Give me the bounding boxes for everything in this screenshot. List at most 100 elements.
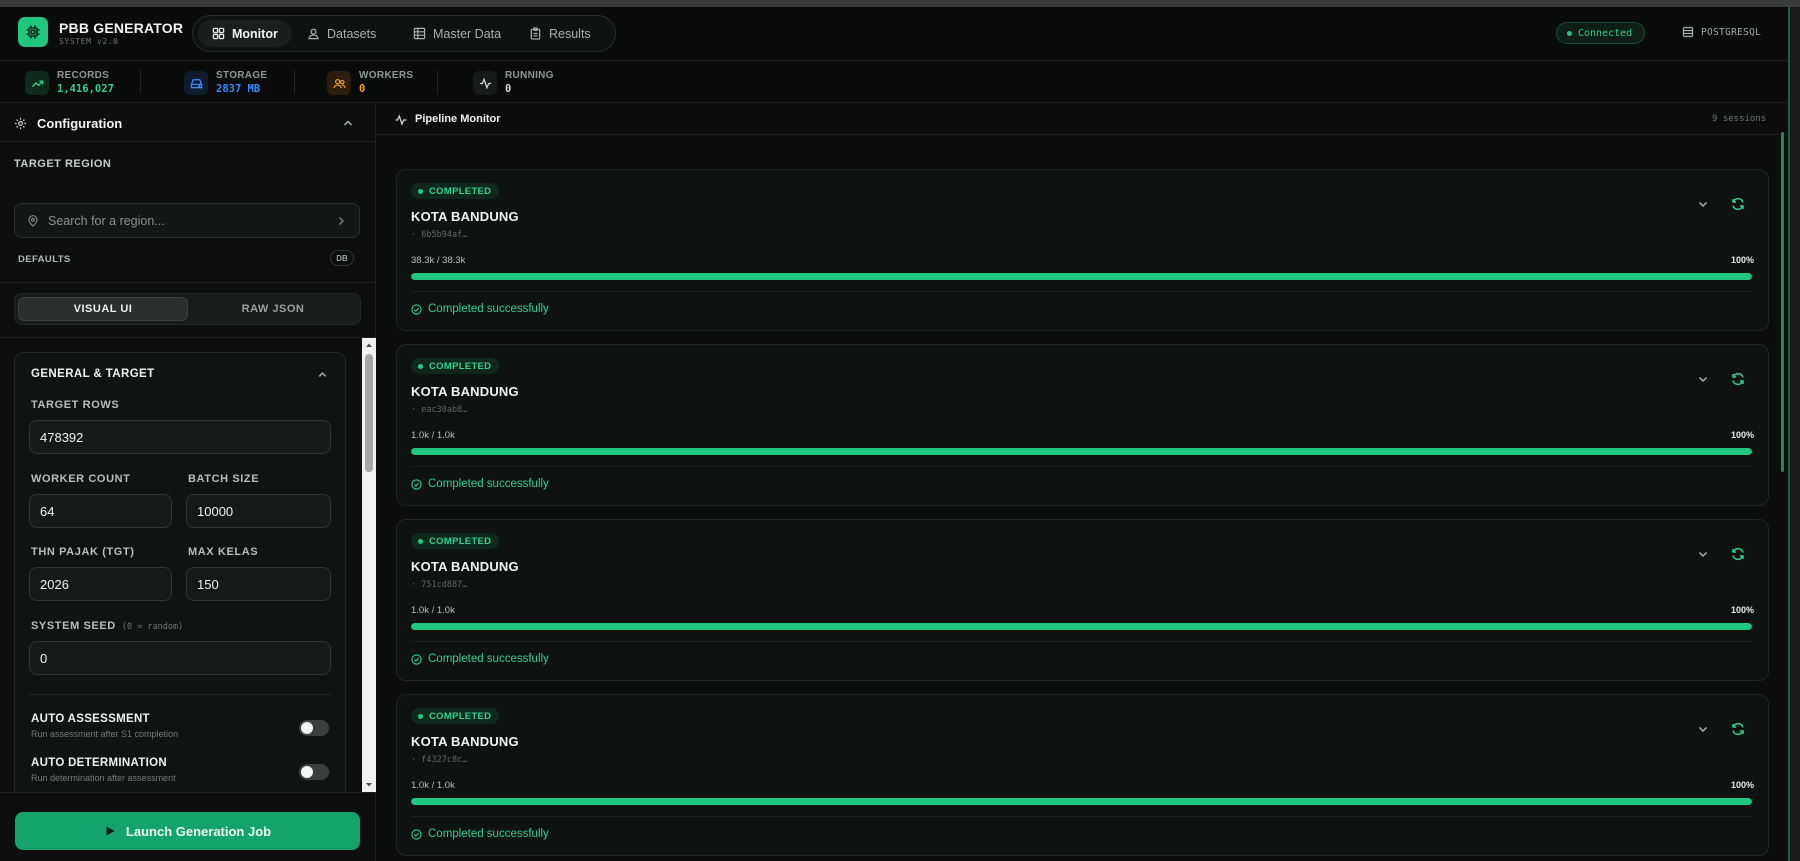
play-icon [106, 826, 115, 836]
gear-icon [14, 117, 27, 130]
window-top-strip [0, 0, 1800, 7]
chevron-down-icon[interactable] [1697, 548, 1709, 560]
job-card: COMPLETED KOTA BANDUNG · eac30ab8… 1.0k … [396, 344, 1769, 506]
general-target-panel: GENERAL & TARGET TARGET ROWS 478392 WORK… [14, 352, 346, 792]
worker-count-input[interactable]: 64 [29, 494, 172, 528]
raw-json-tab[interactable]: RAW JSON [188, 297, 358, 321]
monitor-scrollbar[interactable] [1781, 132, 1784, 472]
app-subtitle: SYSTEM v2.0 [59, 37, 119, 46]
job-card: COMPLETED KOTA BANDUNG · 751cd887… 1.0k … [396, 519, 1769, 681]
check-circle-icon [411, 653, 422, 665]
target-region-label: TARGET REGION [14, 158, 112, 170]
chevron-down-icon[interactable] [1697, 373, 1709, 385]
stat-value: 0 [505, 83, 512, 95]
stat-divider [437, 70, 438, 94]
batch-size-input[interactable]: 10000 [186, 494, 331, 528]
job-progress-percent: 100% [1730, 430, 1754, 440]
job-region-name: KOTA BANDUNG [411, 209, 519, 224]
toggle-knob [301, 722, 313, 734]
activity-icon [395, 114, 407, 126]
target-rows-input[interactable]: 478392 [29, 420, 331, 454]
chevron-up-icon[interactable] [342, 117, 354, 129]
job-result-message: Completed successfully [428, 653, 549, 665]
nav-tab-monitor[interactable]: Monitor [198, 20, 292, 47]
chevron-down-icon[interactable] [1697, 723, 1709, 735]
scroll-up-arrow-icon[interactable] [365, 341, 373, 349]
refresh-icon[interactable] [1731, 722, 1745, 736]
check-circle-icon [411, 303, 422, 315]
database-icon [1682, 26, 1694, 38]
config-title: Configuration [37, 116, 123, 131]
config-header[interactable]: Configuration [0, 104, 376, 142]
launch-label: Launch Generation Job [125, 823, 272, 839]
nav-tab-master-data[interactable]: Master Data [399, 20, 515, 47]
refresh-icon[interactable] [1731, 547, 1745, 561]
job-progress-count: 1.0k / 1.0k [411, 780, 455, 791]
config-scrollbar[interactable] [362, 338, 376, 792]
scrollbar-thumb[interactable] [365, 354, 373, 472]
chevron-up-icon[interactable] [317, 369, 328, 380]
auto-assessment-desc: Run assessment after S1 completion [31, 729, 179, 739]
job-card: COMPLETED KOTA BANDUNG · 6b5b94af… 38.3k… [396, 169, 1769, 331]
grid-icon [212, 27, 225, 40]
region-search-placeholder: Search for a region... [48, 214, 165, 228]
defaults-label: DEFAULTS [18, 254, 71, 265]
job-result: Completed successfully [411, 303, 549, 315]
job-id: · f4327c8c… [411, 755, 468, 765]
stat-value: 0 [359, 83, 366, 95]
main-nav: Monitor Datasets Master Data Results [192, 15, 616, 52]
auto-assessment-toggle[interactable] [299, 720, 329, 736]
status-badge: COMPLETED [411, 533, 500, 549]
job-id: · 6b5b94af… [411, 230, 468, 240]
nav-tab-results[interactable]: Results [515, 20, 605, 47]
status-badge: COMPLETED [411, 183, 500, 199]
stat-value: 2837 MB [216, 83, 261, 95]
connection-status-label: Connected [1578, 27, 1633, 39]
db-defaults-button[interactable]: DB [330, 250, 354, 266]
auto-determination-label: AUTO DETERMINATION [31, 757, 167, 769]
region-search-input[interactable]: Search for a region... [14, 203, 360, 238]
database-label: POSTGRESQL [1701, 26, 1762, 38]
window-frame: PBB GENERATOR SYSTEM v2.0 Monitor Datase… [0, 0, 1800, 861]
job-progress-percent: 100% [1730, 255, 1754, 265]
refresh-icon[interactable] [1731, 197, 1745, 211]
pipeline-monitor: Pipeline Monitor 9 sessions COMPLETED KO… [377, 104, 1788, 861]
refresh-icon[interactable] [1731, 372, 1745, 386]
job-progress-count: 38.3k / 38.3k [411, 255, 466, 266]
connection-status-badge: Connected [1556, 22, 1646, 44]
stat-divider [294, 70, 295, 94]
auto-determination-toggle[interactable] [299, 764, 329, 780]
window-right-edge [1788, 7, 1800, 861]
job-progress-count: 1.0k / 1.0k [411, 605, 455, 616]
scroll-down-arrow-icon[interactable] [365, 781, 373, 789]
app-title: PBB GENERATOR [59, 20, 184, 36]
launch-generation-button[interactable]: Launch Generation Job [15, 812, 360, 850]
status-dot [418, 188, 423, 194]
job-id: · eac30ab8… [411, 405, 468, 415]
job-result: Completed successfully [411, 653, 549, 665]
config-sidebar: Configuration TARGET REGION Search for a… [0, 104, 376, 861]
job-progress-percent: 100% [1730, 605, 1754, 615]
card-divider [411, 291, 1752, 292]
visual-ui-tab[interactable]: VISUAL UI [18, 297, 188, 321]
system-seed-label-text: SYSTEM SEED [31, 620, 116, 632]
view-mode-toggle: VISUAL UI RAW JSON [14, 293, 361, 325]
job-progress-bar [411, 273, 1752, 280]
panel-divider [29, 694, 331, 695]
stat-label: RUNNING [505, 70, 554, 81]
nav-tab-datasets[interactable]: Datasets [293, 20, 390, 47]
max-kelas-input[interactable]: 150 [186, 567, 331, 601]
progress-fill [411, 623, 1752, 630]
job-progress-percent: 100% [1730, 780, 1754, 790]
max-kelas-label: MAX KELAS [188, 546, 259, 558]
chip-icon [26, 25, 40, 39]
job-status: COMPLETED [429, 360, 492, 372]
stat-label: WORKERS [359, 70, 414, 81]
thn-pajak-input[interactable]: 2026 [29, 567, 172, 601]
system-seed-input[interactable]: 0 [29, 641, 331, 675]
monitor-header: Pipeline Monitor 9 sessions [377, 104, 1788, 135]
app-header: PBB GENERATOR SYSTEM v2.0 Monitor Datase… [0, 7, 1788, 61]
chevron-down-icon[interactable] [1697, 198, 1709, 210]
users-icon [327, 71, 351, 95]
auto-determination-desc: Run determination after assessment [31, 773, 176, 783]
